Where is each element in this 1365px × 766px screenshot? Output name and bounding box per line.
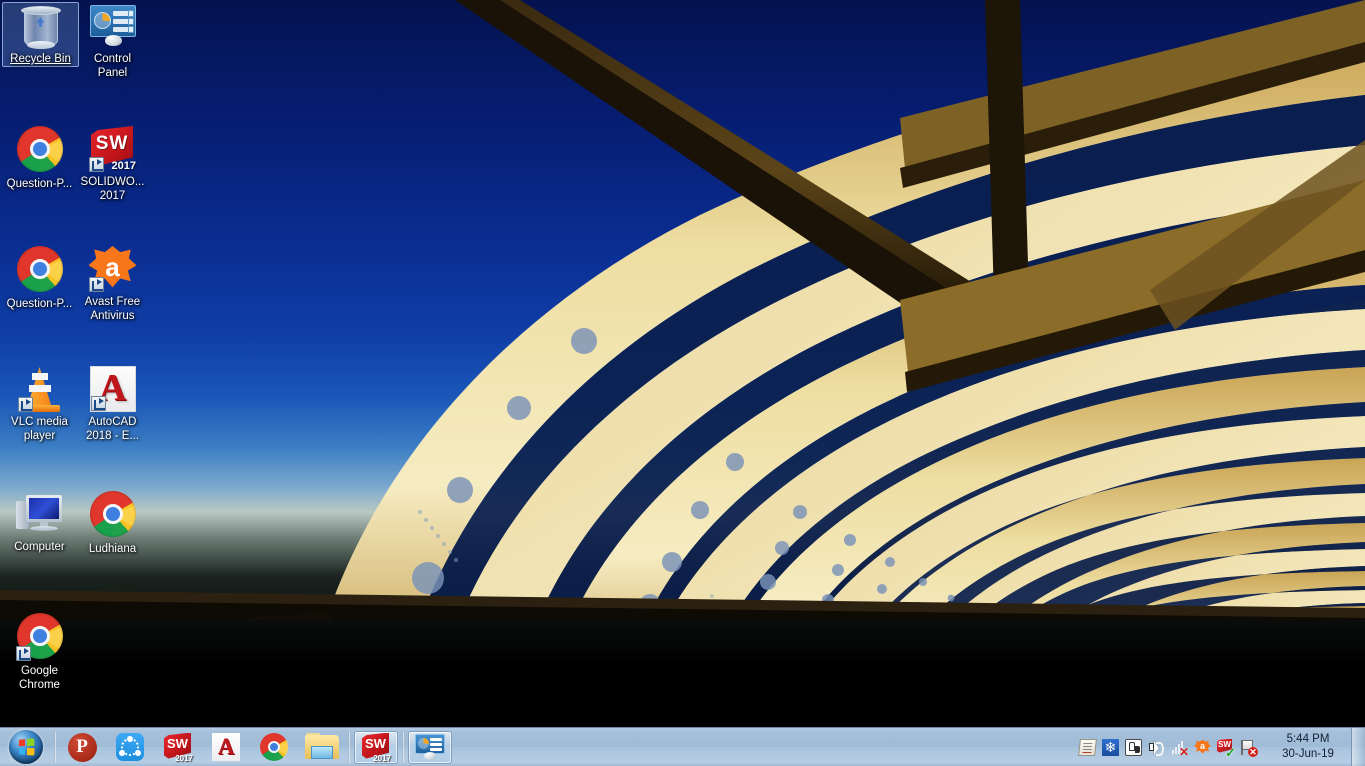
start-button[interactable] xyxy=(0,728,52,766)
desktop-icon-label: Ludhiana xyxy=(88,543,137,555)
taskbar-window-control-panel[interactable] xyxy=(408,730,452,764)
avast-icon: a xyxy=(88,246,137,292)
shortcut-overlay-icon xyxy=(90,396,106,411)
desktop-icon-solidworks-2017[interactable]: SW 2017 SOLIDWO... 2017 xyxy=(75,125,150,203)
shortcut-overlay-icon xyxy=(15,646,31,661)
desktop-icon-label: Google Chrome xyxy=(19,665,60,691)
desktop-icon-label: Question-P... xyxy=(6,178,73,190)
notepad-tray-icon[interactable] xyxy=(1078,738,1097,756)
desktop-icon-label: SOLIDWO... 2017 xyxy=(80,176,145,202)
desktop-icon-label: Computer xyxy=(14,541,65,553)
chrome-icon xyxy=(15,613,64,661)
taskbar-divider xyxy=(402,732,404,762)
desktop: Recycle Bin Control Panel Question-P... xyxy=(0,0,1365,766)
taskbar-divider xyxy=(348,732,350,762)
desktop-icon-label: Question-P... xyxy=(6,298,73,310)
desktop-icon-label: Avast Free Antivirus xyxy=(84,296,141,322)
taskbar-clock[interactable]: 5:44 PM 30-Jun-19 xyxy=(1265,732,1351,762)
recycle-bin-icon xyxy=(20,5,61,49)
shortcut-overlay-icon xyxy=(17,397,33,412)
desktop-icon-label: VLC media player xyxy=(11,416,68,442)
notification-area: ❄ ✕ a SW ✓ ✕ 5:44 PM 30-Jun-19 xyxy=(1069,728,1365,766)
chrome-icon xyxy=(89,491,137,539)
desktop-icon-recycle-bin[interactable]: Recycle Bin xyxy=(2,2,79,67)
desktop-icon-autocad-2018[interactable]: A AutoCAD 2018 - E... xyxy=(75,365,150,443)
desktop-icon-label: AutoCAD 2018 - E... xyxy=(85,416,140,442)
avast-tray-icon[interactable]: a xyxy=(1194,739,1211,756)
desktop-icon-vlc[interactable]: VLC media player xyxy=(2,365,77,443)
desktop-icon-label: Control Panel xyxy=(93,53,132,79)
desktop-icon-control-panel[interactable]: Control Panel xyxy=(75,3,150,80)
taskbar-solidworks[interactable]: SW 2017 xyxy=(156,731,200,764)
desktop-icon-google-chrome[interactable]: Google Chrome xyxy=(2,612,77,692)
computer-icon xyxy=(15,495,64,537)
desktop-icon-ludhiana[interactable]: Ludhiana xyxy=(75,490,150,556)
clock-date: 30-Jun-19 xyxy=(1282,748,1334,760)
chrome-icon xyxy=(16,246,64,294)
taskbar-psiphon[interactable]: P xyxy=(60,731,104,764)
desktop-icon-computer[interactable]: Computer xyxy=(2,492,77,554)
taskbar-window-solidworks[interactable]: SW 2017 xyxy=(354,730,398,764)
desktop-icon-grid: Recycle Bin Control Panel Question-P... xyxy=(0,0,1365,727)
taskbar-shareit[interactable] xyxy=(108,731,152,764)
desktop-icon-question-paper-1[interactable]: Question-P... xyxy=(2,125,77,191)
solidworks-icon: SW 2017 xyxy=(163,732,193,763)
taskbar-chrome[interactable] xyxy=(252,731,296,764)
solidworks-tray-icon[interactable]: SW ✓ xyxy=(1217,738,1236,759)
show-desktop-button[interactable] xyxy=(1351,728,1365,766)
shortcut-overlay-icon xyxy=(89,157,104,172)
vlc-cone-icon xyxy=(17,366,62,412)
windows-logo-icon xyxy=(9,730,43,764)
taskbar-explorer[interactable] xyxy=(300,731,344,764)
autocad-icon: A xyxy=(89,366,136,412)
network-icon[interactable]: ✕ xyxy=(1171,739,1189,758)
action-center-icon[interactable]: ✕ xyxy=(1240,739,1258,757)
taskbar-autocad[interactable]: A xyxy=(204,731,248,764)
taskbar: P SW 2017 A SW 2017 ❄ ✕ a SW ✓ ✕ 5:44 PM… xyxy=(0,727,1365,766)
chrome-icon xyxy=(260,733,288,761)
clock-time: 5:44 PM xyxy=(1286,733,1330,745)
safely-remove-hardware-icon[interactable] xyxy=(1125,738,1142,756)
folder-icon xyxy=(305,733,339,761)
shortcut-overlay-icon xyxy=(88,277,104,292)
solidworks-icon: SW 2017 xyxy=(89,126,136,172)
desktop-icon-question-paper-2[interactable]: Question-P... xyxy=(2,245,77,311)
psiphon-icon: P xyxy=(67,732,97,762)
snowflake-tray-icon[interactable]: ❄ xyxy=(1102,738,1119,756)
solidworks-icon: SW 2017 xyxy=(361,732,391,763)
volume-icon[interactable] xyxy=(1148,739,1165,756)
autocad-icon: A xyxy=(212,733,240,761)
chrome-icon xyxy=(16,126,64,174)
desktop-icon-label: Recycle Bin xyxy=(10,53,71,65)
control-panel-icon xyxy=(89,5,137,49)
taskbar-divider xyxy=(54,732,56,762)
control-panel-icon xyxy=(415,733,445,761)
desktop-icon-avast[interactable]: a Avast Free Antivirus xyxy=(75,245,150,323)
shareit-icon xyxy=(116,733,144,761)
